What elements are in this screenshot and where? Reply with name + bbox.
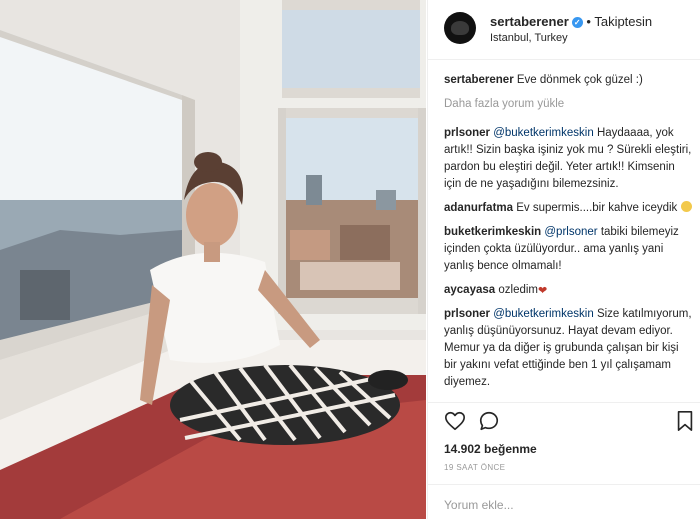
header-user-line: sertaberener ✓ • Takiptesin [490, 14, 652, 29]
post-photo[interactable] [0, 0, 426, 519]
add-comment-input[interactable] [444, 498, 694, 512]
comment-mention[interactable]: @buketkerimkeskin [493, 127, 594, 139]
follow-status[interactable]: • Takiptesin [586, 14, 652, 29]
comment-item: buketkerimkeskin @prlsoner tabiki bileme… [444, 224, 694, 275]
caption: sertaberener Eve dönmek çok güzel :) [444, 72, 694, 89]
speech-bubble-icon[interactable] [478, 410, 500, 437]
post-header: sertaberener ✓ • Takiptesin Istanbul, Tur… [444, 12, 694, 52]
comment-text: ozledim [498, 284, 539, 296]
verified-badge-icon: ✓ [571, 17, 583, 28]
bookmark-icon[interactable] [676, 410, 694, 437]
comments-list: sertaberener Eve dönmek çok güzel :) Dah… [444, 72, 694, 402]
username-link[interactable]: sertaberener [490, 14, 569, 29]
comment-text: Ev supermis....bir kahve iceydik [516, 202, 678, 214]
comment-username[interactable]: buketkerimkeskin [444, 226, 541, 238]
input-divider [428, 484, 700, 485]
comment-username[interactable]: prlsoner [444, 308, 490, 320]
comment-item: prlsoner @buketkerimkeskin Haydaaaa, yok… [444, 125, 694, 193]
comment-text: Size katılmıyorum, yanlış düşünüyorsunuz… [444, 308, 692, 388]
comment-username[interactable]: adanurfatma [444, 202, 513, 214]
post-timestamp: 19 SAAT ÖNCE [444, 463, 506, 472]
comment-username[interactable]: prlsoner [444, 127, 490, 139]
comments-divider [428, 402, 700, 403]
location-link[interactable]: Istanbul, Turkey [490, 32, 568, 44]
post-sidebar: sertaberener ✓ • Takiptesin Istanbul, Tur… [427, 0, 700, 519]
header-divider [428, 59, 700, 60]
broken-heart-emoji-icon: ❤ [538, 285, 548, 297]
grin-emoji-icon [680, 201, 692, 212]
comment-item: aycayasa ozledim❤ [444, 282, 694, 299]
comment-mention[interactable]: @buketkerimkeskin [493, 308, 594, 320]
avatar[interactable] [444, 12, 476, 44]
caption-username[interactable]: sertaberener [444, 74, 514, 86]
heart-outline-icon[interactable] [444, 410, 466, 437]
comment-username[interactable]: aycayasa [444, 284, 495, 296]
comment-item: adanurfatma Ev supermis....bir kahve ice… [444, 200, 694, 217]
action-bar [444, 410, 694, 434]
load-more-comments-link[interactable]: Daha fazla yorum yükle [444, 96, 694, 113]
likes-count[interactable]: 14.902 beğenme [444, 442, 537, 456]
comment-mention[interactable]: @prlsoner [544, 226, 597, 238]
comment-item: prlsoner @buketkerimkeskin Size katılmıy… [444, 306, 694, 391]
caption-text: Eve dönmek çok güzel :) [516, 74, 643, 86]
